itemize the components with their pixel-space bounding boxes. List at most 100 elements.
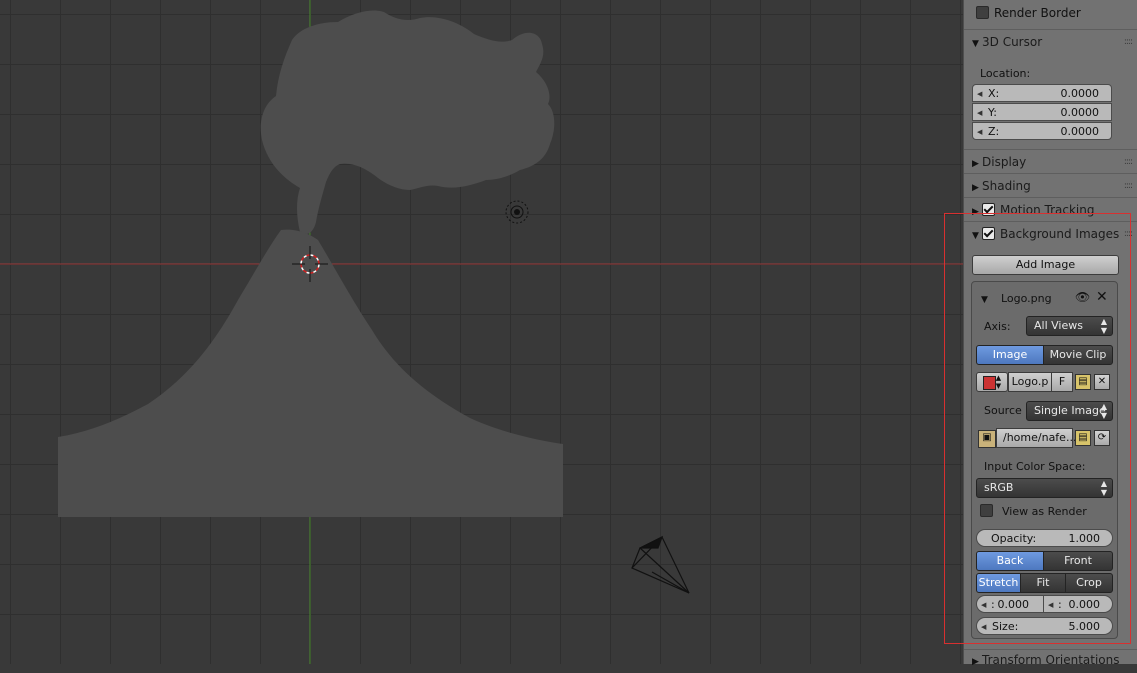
field-label: : [1058,598,1062,611]
expand-triangle-icon: ▶ [972,207,979,217]
field-label: Z: [988,125,1000,138]
close-icon[interactable]: ✕ [1096,289,1108,305]
field-value: 0.000 [1068,598,1101,611]
color-space-value: sRGB [984,481,1014,494]
tab-stretch[interactable]: Stretch [976,573,1021,593]
cursor-z-field[interactable]: ◀ Z: 0.0000 [972,122,1112,140]
reload-icon[interactable]: ⟳ [1094,430,1110,446]
lamp-icon [505,200,529,224]
tab-movie-clip[interactable]: Movie Clip [1043,345,1113,365]
unlink-icon[interactable]: ✕ [1094,374,1110,390]
drag-grip-icon[interactable]: :::: [1124,175,1133,197]
decrement-arrow-icon: ◀ [977,90,983,98]
offset-y-field[interactable]: ◀:0.000 [1043,595,1113,613]
file-package-icon[interactable]: ▣ [978,430,996,448]
color-space-dropdown[interactable]: sRGB ▲ ▼ [976,478,1113,498]
filepath-field[interactable]: /home/nafe... [996,428,1076,448]
render-border-check-icon [976,6,989,19]
panel-header-3d-cursor[interactable]: ▼ 3D Cursor [972,31,1042,53]
updown-arrows-icon: ▲ ▼ [1100,479,1107,497]
field-value: 0.0000 [1060,106,1100,119]
updown-arrows-icon: ▲ ▼ [1100,317,1107,335]
offset-x-field[interactable]: ◀:0.000 [976,595,1044,613]
viewport-scene [0,0,963,664]
fake-user-button[interactable]: F [1051,372,1073,392]
axis-dropdown[interactable]: All Views ▲ ▼ [1026,316,1113,336]
panel-title: Transform Orientations [982,653,1120,667]
image-name: Logo.png [1001,292,1052,305]
render-border-label: Render Border [994,6,1081,20]
source-value: Single Image [1034,404,1106,417]
view-as-render-label: View as Render [1002,505,1087,518]
tab-crop[interactable]: Crop [1065,573,1113,593]
decrement-arrow-icon: ◀ [1048,601,1054,609]
image-browse-button[interactable]: ▲ ▼ [976,372,1008,392]
collapse-triangle-icon: ▼ [981,295,988,305]
location-label: Location: [980,67,1031,80]
field-value: 1.000 [1068,532,1101,545]
divider [964,197,1137,198]
panel-header-shading[interactable]: ▶ Shading [972,175,1031,197]
view-as-render-checkbox[interactable]: View as Render [980,504,1087,518]
open-folder-icon[interactable]: ▤ [1075,374,1091,390]
field-label: Opacity: [991,532,1037,545]
divider [964,221,1137,222]
expand-triangle-icon: ▶ [972,657,979,667]
axis-label: Axis: [984,320,1011,333]
divider [964,29,1137,30]
eye-icon[interactable]: 👁 [1075,290,1090,304]
source-dropdown[interactable]: Single Image ▲ ▼ [1026,401,1113,421]
tab-front[interactable]: Front [1043,551,1113,571]
axis-value: All Views [1034,319,1083,332]
panel-title: Background Images [1000,227,1120,241]
updown-arrows-icon: ▲ ▼ [1100,402,1107,420]
field-label: Y: [988,106,997,119]
opacity-slider[interactable]: Opacity: 1.000 [976,529,1113,547]
field-value: 5.000 [1068,620,1101,633]
add-image-button[interactable]: Add Image [972,255,1119,275]
field-value: 0.0000 [1060,125,1100,138]
source-label: Source [984,404,1022,417]
updown-arrows-icon: ▲ ▼ [995,374,1002,390]
open-folder-icon[interactable]: ▤ [1075,430,1091,446]
image-datablock-name[interactable]: Logo.p [1008,372,1052,392]
motion-tracking-checkbox[interactable] [982,203,995,216]
tab-image[interactable]: Image [976,345,1044,365]
divider [964,173,1137,174]
panel-header-motion-tracking[interactable]: ▶ Motion Tracking [972,199,1094,221]
panel-header-transform-orientations[interactable]: ▶ Transform Orientations [972,649,1120,671]
divider [964,149,1137,150]
collapse-triangle-icon: ▼ [972,231,979,241]
image-entry-header[interactable]: ▼ Logo.png [981,292,1052,305]
panel-title: Display [982,155,1027,169]
render-border-checkbox[interactable]: Render Border [976,6,1081,20]
drag-grip-icon[interactable]: :::: [1124,31,1133,53]
expand-triangle-icon: ▶ [972,159,979,169]
panel-title: Shading [982,179,1031,193]
cursor-y-field[interactable]: ◀ Y: 0.0000 [972,103,1112,121]
tab-fit[interactable]: Fit [1020,573,1066,593]
decrement-arrow-icon: ◀ [981,601,987,609]
decrement-arrow-icon: ◀ [981,623,987,631]
field-value: 0.0000 [1060,87,1100,100]
field-label: : [991,598,995,611]
decrement-arrow-icon: ◀ [977,128,983,136]
drag-grip-icon[interactable]: :::: [1124,151,1133,173]
collapse-triangle-icon: ▼ [972,39,979,49]
field-value: 0.000 [997,598,1030,611]
3d-viewport[interactable] [0,0,963,664]
background-images-checkbox[interactable] [982,227,995,240]
decrement-arrow-icon: ◀ [977,109,983,117]
cursor-x-field[interactable]: ◀ X: 0.0000 [972,84,1112,102]
panel-header-display[interactable]: ▶ Display [972,151,1026,173]
field-label: X: [988,87,1000,100]
drag-grip-icon[interactable]: :::: [1124,223,1133,245]
panel-header-background-images[interactable]: ▼ Background Images [972,223,1119,245]
tab-back[interactable]: Back [976,551,1044,571]
color-space-label: Input Color Space: [984,460,1086,473]
panel-title: Motion Tracking [1000,203,1095,217]
volcano-smoke-shape [260,10,555,235]
panel-title: 3D Cursor [982,35,1043,49]
size-slider[interactable]: ◀ Size: 5.000 [976,617,1113,635]
view-as-render-check-icon [980,504,993,517]
